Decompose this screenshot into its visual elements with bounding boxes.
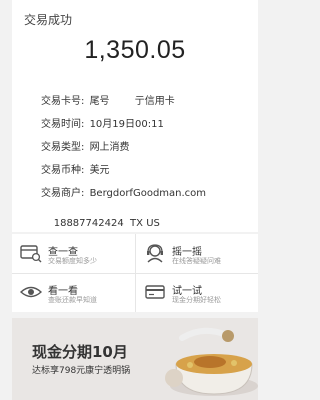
banner-subtitle: 达标享798元康宁透明锅	[32, 366, 131, 376]
agent-avatar-icon	[147, 244, 163, 263]
banner-title: 现金分期10月	[32, 343, 128, 361]
service-grid-vertical-divider	[135, 234, 136, 312]
transaction-status-title: 交易成功	[24, 13, 73, 27]
service-query-subtitle: 交易额度知多少	[48, 257, 97, 265]
merchant-label: 交易商户:	[41, 188, 85, 199]
service-try-button[interactable]: 试一试 现金分期好轻松	[136, 273, 259, 312]
transaction-currency-value: 美元	[89, 165, 110, 176]
transaction-card: 交易成功 1,350.05 交易卡号: 尾号 ​亍信用卡 交易时间: 10月19…	[12, 0, 258, 232]
merchant-phone-location: 18887742424 TX US	[53, 218, 160, 229]
cooking-pot-illustration	[165, 327, 258, 396]
transaction-time-label: 交易时间:	[41, 119, 85, 130]
card-number-prefix: 尾号	[89, 96, 110, 107]
transaction-amount: 1,350.05	[84, 36, 186, 64]
merchant-value: BergdorfGoodman.com	[89, 188, 207, 199]
transaction-time-value: 10月19日00:11	[89, 119, 164, 130]
service-try-subtitle: 现金分期好轻松	[172, 296, 221, 304]
service-view-subtitle: 查账还款早知道	[48, 296, 97, 304]
transaction-currency-label: 交易币种:	[41, 165, 85, 176]
transaction-type-row: 交易类型: 网上消费	[41, 138, 130, 153]
cash-installment-banner[interactable]: 现金分期10月 达标享798元康宁透明锅	[12, 318, 258, 400]
card-search-icon	[20, 245, 42, 263]
service-view-button[interactable]: 看一看 查账还款早知道	[12, 273, 135, 312]
card-number-label: 交易卡号:	[41, 96, 85, 107]
credit-card-icon	[145, 285, 165, 299]
service-query-button[interactable]: 查一查 交易额度知多少	[12, 234, 135, 273]
transaction-type-label: 交易类型:	[41, 142, 85, 153]
transaction-type-value: 网上消费	[89, 142, 130, 153]
service-shake-subtitle: 在线答疑疑问难	[172, 257, 221, 265]
transaction-time-row: 交易时间: 10月19日00:11	[41, 115, 164, 130]
card-number-row: 交易卡号: 尾号 ​亍信用卡	[41, 92, 175, 107]
masked-card-digits	[112, 95, 135, 106]
merchant-row: 交易商户: BergdorfGoodman.com	[41, 184, 206, 199]
transaction-currency-row: 交易币种: 美元	[41, 161, 110, 176]
card-number-suffix: ​亍信用卡	[134, 96, 175, 107]
eye-icon	[20, 286, 42, 298]
service-shake-button[interactable]: 摇一摇 在线答疑疑问难	[136, 234, 259, 273]
